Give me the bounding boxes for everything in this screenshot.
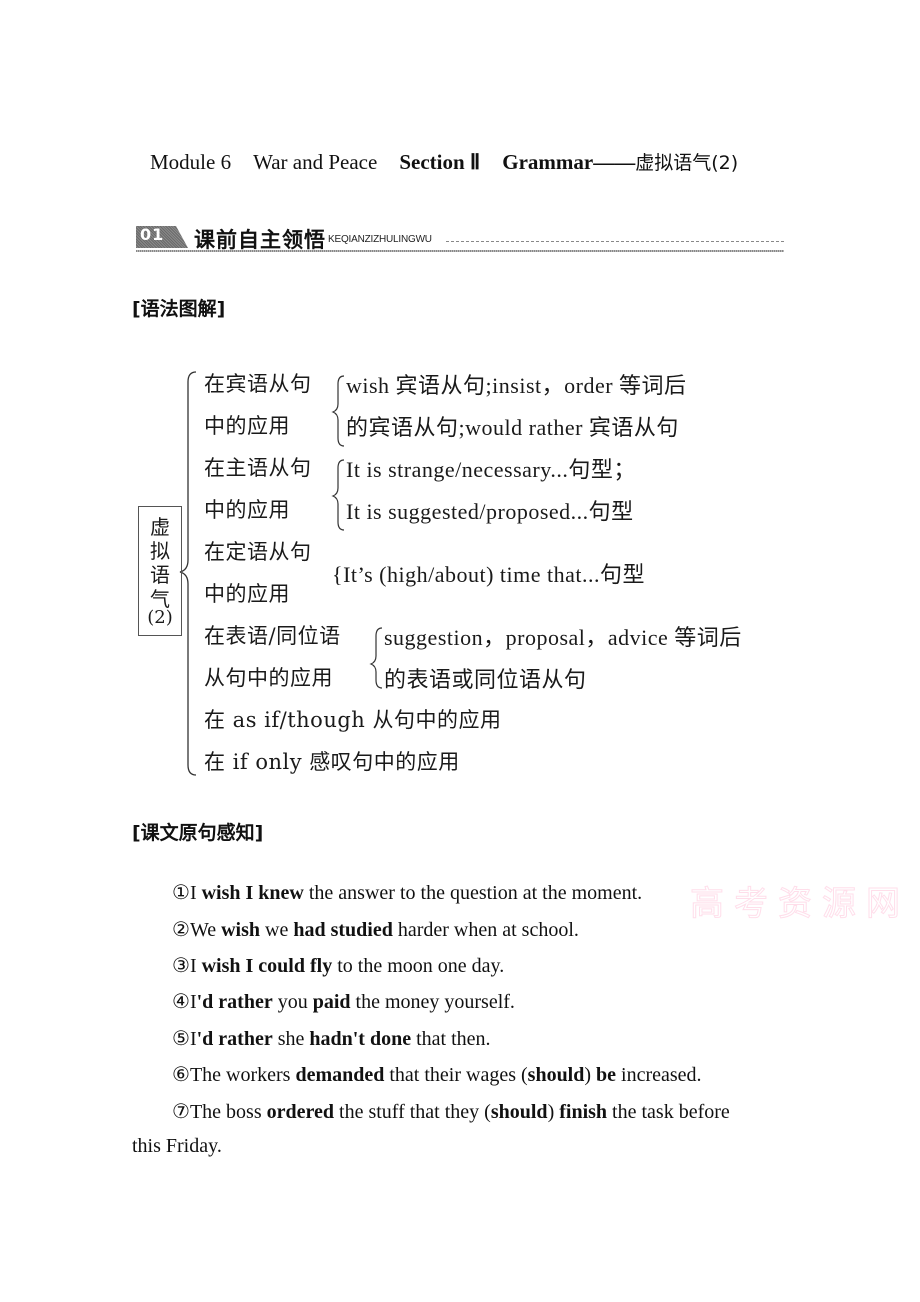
branch-label: 在宾语从句 [204, 372, 312, 396]
sentence-text: I [189, 955, 202, 977]
sentence-number: ④ [172, 991, 190, 1013]
sentence-text: I [189, 882, 202, 904]
sentence-text: I [189, 991, 197, 1013]
title-grammar: Grammar—— [502, 150, 636, 174]
sentence-text: the answer to the question at the moment… [303, 882, 643, 904]
branch-label: 在 as if/though 从句中的应用 [204, 708, 502, 732]
banner-dashed-rule [446, 241, 784, 242]
root-char: (2) [147, 607, 173, 628]
highlighted-phrase: finish [559, 1101, 608, 1123]
highlighted-phrase: should [527, 1064, 585, 1086]
example-sentence: ⑤I'd rather she hadn't done that then. [172, 1026, 491, 1051]
sentence-text: increased. [616, 1064, 702, 1086]
highlighted-phrase: had studied [293, 919, 393, 941]
title-section: Section Ⅱ [399, 150, 481, 174]
highlighted-phrase: 'd rather [196, 1028, 273, 1050]
sentence-text: the task before [607, 1101, 730, 1123]
highlighted-phrase: 'd rather [196, 991, 273, 1013]
section-label-pinyin: KEQIANZIZHULINGWU [328, 234, 432, 245]
highlighted-phrase: wish I could fly [201, 955, 333, 977]
example-sentence: ⑥The workers demanded that their wages (… [172, 1062, 702, 1087]
main-brace [179, 371, 197, 776]
sentence-text: that then. [411, 1028, 491, 1050]
branch-detail-text: It’s (high/about) time that...句型 [343, 562, 646, 587]
sentence-text: she [272, 1028, 310, 1050]
example-sentence: ⑦The boss ordered the stuff that they (s… [172, 1099, 730, 1124]
branch-label: 在 if only 感叹句中的应用 [204, 750, 460, 774]
sentence-text: the money yourself. [350, 991, 515, 1013]
diagram-root-box: 虚 拟 语 气 (2) [138, 506, 182, 636]
sentence-text: I [189, 1028, 197, 1050]
branch-detail: {It’s (high/about) time that...句型 [332, 562, 646, 587]
sentence-number: ③ [172, 955, 190, 977]
highlighted-phrase: should [490, 1101, 548, 1123]
highlighted-phrase: hadn't done [309, 1028, 412, 1050]
sentence-continuation: this Friday. [132, 1135, 222, 1157]
sub-brace-predicative [369, 627, 383, 689]
highlighted-phrase: be [596, 1064, 617, 1086]
branch-detail: 的表语或同位语从句 [384, 667, 587, 692]
sentence-text: The workers [189, 1064, 296, 1086]
branch-label: 在主语从句 [204, 456, 312, 480]
branch-label: 中的应用 [204, 414, 290, 438]
title-topic: War and Peace [253, 150, 378, 174]
branch-detail: It is suggested/proposed...句型 [346, 499, 634, 524]
page-title: Module 6 War and Peace Section Ⅱ Grammar——虚… [150, 148, 738, 175]
sentence-text: you [272, 991, 313, 1013]
branch-label: 中的应用 [204, 582, 290, 606]
sentence-text: ) [547, 1101, 560, 1123]
sentence-number: ② [172, 919, 190, 941]
section-banner: 01 课前自主领悟 KEQIANZIZHULINGWU [136, 224, 784, 252]
sentence-number: ① [172, 882, 190, 904]
sub-brace-subject [331, 459, 345, 531]
section-number: 01 [140, 225, 165, 244]
branch-label: 从句中的应用 [204, 666, 333, 690]
branch-detail: suggestion，proposal，advice 等词后 [384, 625, 742, 650]
example-sentence: ③I wish I could fly to the moon one day. [172, 953, 504, 978]
sentence-text: that their wages ( [384, 1064, 528, 1086]
example-sentence: ②We wish we had studied harder when at s… [172, 917, 579, 942]
branch-detail: It is strange/necessary...句型； [346, 457, 636, 482]
highlighted-phrase: demanded [295, 1064, 385, 1086]
text-sentences-heading: [课文原句感知] [132, 822, 264, 844]
example-sentence: ①I wish I knew the answer to the questio… [172, 880, 642, 905]
branch-detail: 的宾语从句;would rather 宾语从句 [346, 415, 679, 440]
highlighted-phrase: wish I knew [201, 882, 304, 904]
sentence-text: the stuff that they ( [334, 1101, 491, 1123]
sentence-text: to the moon one day. [332, 955, 505, 977]
grammar-diagram-heading: [语法图解] [132, 298, 226, 320]
branch-label: 在表语/同位语 [204, 624, 341, 648]
watermark: 高考资源网 [690, 884, 910, 925]
sentence-text: harder when at school. [392, 919, 579, 941]
sentence-text: ) [584, 1064, 597, 1086]
sentence-number: ⑤ [172, 1028, 190, 1050]
example-sentence: ④I'd rather you paid the money yourself. [172, 989, 515, 1014]
title-module: Module 6 [150, 150, 232, 174]
highlighted-phrase: paid [312, 991, 351, 1013]
grammar-diagram: 虚 拟 语 气 (2) 在宾语从句 中的应用 wish 宾语从句;insist，… [130, 360, 810, 780]
branch-label: 在定语从句 [204, 540, 312, 564]
sentence-text: we [260, 919, 294, 941]
branch-label: 中的应用 [204, 498, 290, 522]
sentence-number: ⑦ [172, 1101, 190, 1123]
sentence-text: The boss [189, 1101, 267, 1123]
sentence-text: We [189, 919, 222, 941]
sentence-number: ⑥ [172, 1064, 190, 1086]
sub-brace-object [331, 375, 345, 447]
highlighted-phrase: wish [221, 919, 260, 941]
highlighted-phrase: ordered [266, 1101, 335, 1123]
banner-underline [136, 250, 784, 252]
title-subject: 虚拟语气(2) [635, 152, 739, 174]
branch-detail: wish 宾语从句;insist，order 等词后 [346, 373, 687, 398]
